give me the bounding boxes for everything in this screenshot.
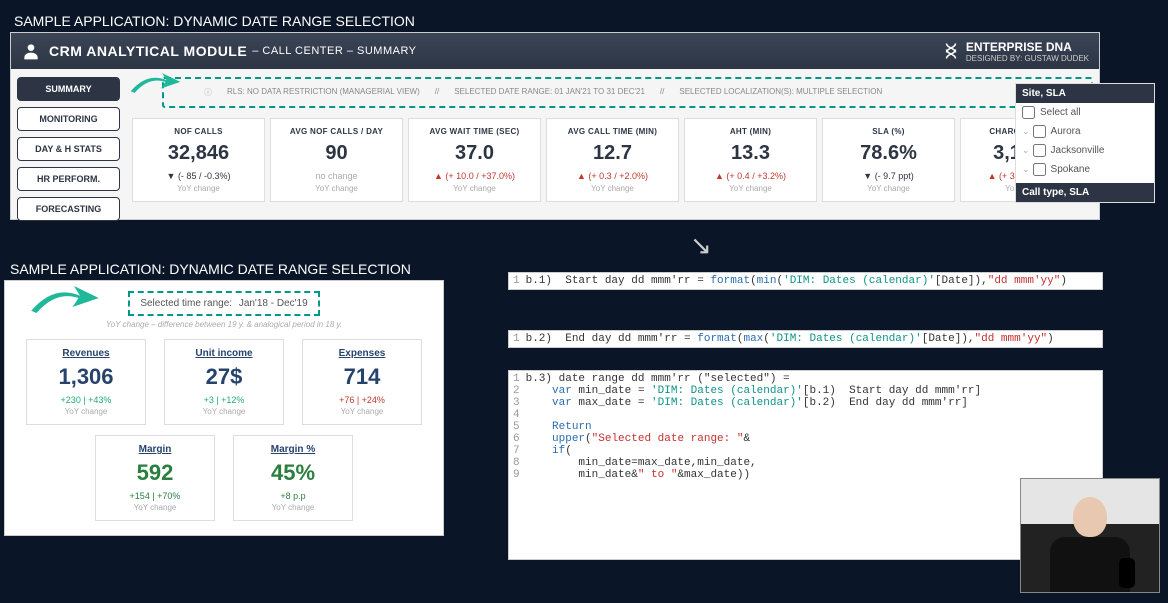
call-type-header: Call type, SLA [1016, 183, 1154, 202]
crm-dashboard: CRM ANALYTICAL MODULE – CALL CENTER – SU… [10, 32, 1100, 220]
jax-checkbox[interactable] [1033, 144, 1046, 157]
nav-hr-perform[interactable]: HR PERFORM. [17, 167, 120, 191]
revenue-dashboard: Selected time range: Jan'18 - Dec'19 YoY… [4, 280, 444, 536]
card-expenses: Expenses 714 +76 | +24% YoY change [302, 339, 422, 425]
crm-nav: SUMMARY MONITORING DAY & H STATS HR PERF… [11, 69, 126, 221]
chevron-down-icon: ⌄ [1022, 126, 1030, 137]
chevron-down-icon: ⌄ [1022, 145, 1030, 156]
rls-text-1: RLS: NO DATA RESTRICTION (MANAGERIAL VIE… [227, 87, 420, 98]
brand-block: ENTERPRISE DNA DESIGNED BY: GUSTAW DUDEK [942, 40, 1089, 63]
kpi-avg-calls-day: AVG NOF CALLS / DAY 90 no change YoY cha… [270, 118, 403, 202]
nav-day-stats[interactable]: DAY & H STATS [17, 137, 120, 161]
aurora-checkbox[interactable] [1033, 125, 1046, 138]
sla-opt-aurora[interactable]: ⌄Aurora [1016, 122, 1154, 141]
sla-opt-spokane[interactable]: ⌄Spokane [1016, 160, 1154, 179]
sla-header: Site, SLA [1016, 84, 1154, 103]
crm-subtitle: – CALL CENTER – SUMMARY [252, 45, 416, 57]
rls-info-bar: ⓘ RLS: NO DATA RESTRICTION (MANAGERIAL V… [162, 77, 1093, 108]
selected-time-range-box: Selected time range: Jan'18 - Dec'19 [128, 291, 319, 316]
headset-icon [21, 41, 41, 61]
kpi-nof-calls: NOF CALLS 32,846 ▼ (- 85 / -0.3%) YoY ch… [132, 118, 265, 202]
rls-text-3: SELECTED LOCALIZATION(S): MULTIPLE SELEC… [679, 87, 882, 98]
presenter-body [1050, 537, 1130, 592]
card-margin: Margin 592 +154 | +70% YoY change [95, 435, 215, 521]
code-editor-b3[interactable]: 123456789 b.3) date range dd mmm'rr ("se… [508, 370, 1103, 560]
card-unit-income: Unit income 27$ +3 | +12% YoY change [164, 339, 284, 425]
code-editor-b1[interactable]: 1 b.1) Start day dd mmm'rr = format(min(… [508, 272, 1103, 290]
kpi-avg-call-time: AVG CALL TIME (MIN) 12.7 ▲ (+ 0.3 / +2.0… [546, 118, 679, 202]
card-margin-pct: Margin % 45% +8 p.p YoY change [233, 435, 353, 521]
section-title-top: SAMPLE APPLICATION: DYNAMIC DATE RANGE S… [4, 8, 425, 34]
card-revenues: Revenues 1,306 +230 | +43% YoY change [26, 339, 146, 425]
kpi-avg-wait: AVG WAIT TIME (SEC) 37.0 ▲ (+ 10.0 / +37… [408, 118, 541, 202]
chevron-down-icon: ⌄ [1022, 164, 1030, 175]
brand-sub: DESIGNED BY: GUSTAW DUDEK [966, 54, 1089, 63]
highlight-arrow-icon [128, 63, 183, 106]
microphone-icon [1119, 558, 1135, 588]
sla-opt-jax[interactable]: ⌄Jacksonville [1016, 141, 1154, 160]
rls-text-2: SELECTED DATE RANGE: 01 JAN'21 TO 31 DEC… [454, 87, 645, 98]
sla-select-all[interactable]: Select all [1016, 103, 1154, 122]
spokane-checkbox[interactable] [1033, 163, 1046, 176]
range-value: Jan'18 - Dec'19 [239, 298, 308, 309]
webcam-overlay [1020, 478, 1160, 593]
nav-forecasting[interactable]: FORECASTING [17, 197, 120, 221]
crm-main: ⓘ RLS: NO DATA RESTRICTION (MANAGERIAL V… [126, 69, 1099, 221]
brand-name: ENTERPRISE DNA [966, 40, 1089, 54]
flow-arrow-icon: ↘ [690, 230, 712, 261]
select-all-checkbox[interactable] [1022, 106, 1035, 119]
site-sla-slicer[interactable]: Site, SLA Select all ⌄Aurora ⌄Jacksonvil… [1015, 83, 1155, 203]
kpi-row: NOF CALLS 32,846 ▼ (- 85 / -0.3%) YoY ch… [132, 118, 1093, 202]
highlight-arrow-icon [25, 277, 105, 325]
nav-monitoring[interactable]: MONITORING [17, 107, 120, 131]
kpi-sla: SLA (%) 78.6% ▼ (- 9.7 ppt) YoY change [822, 118, 955, 202]
nav-summary[interactable]: SUMMARY [17, 77, 120, 101]
dna-icon [942, 42, 960, 60]
kpi-aht: AHT (MIN) 13.3 ▲ (+ 0.4 / +3.2%) YoY cha… [684, 118, 817, 202]
range-label: Selected time range: [140, 298, 232, 309]
crm-title: CRM ANALYTICAL MODULE [49, 43, 247, 59]
presenter-head [1073, 497, 1107, 537]
code-editor-b2[interactable]: 1 b.2) End day dd mmm'rr = format(max('D… [508, 330, 1103, 348]
